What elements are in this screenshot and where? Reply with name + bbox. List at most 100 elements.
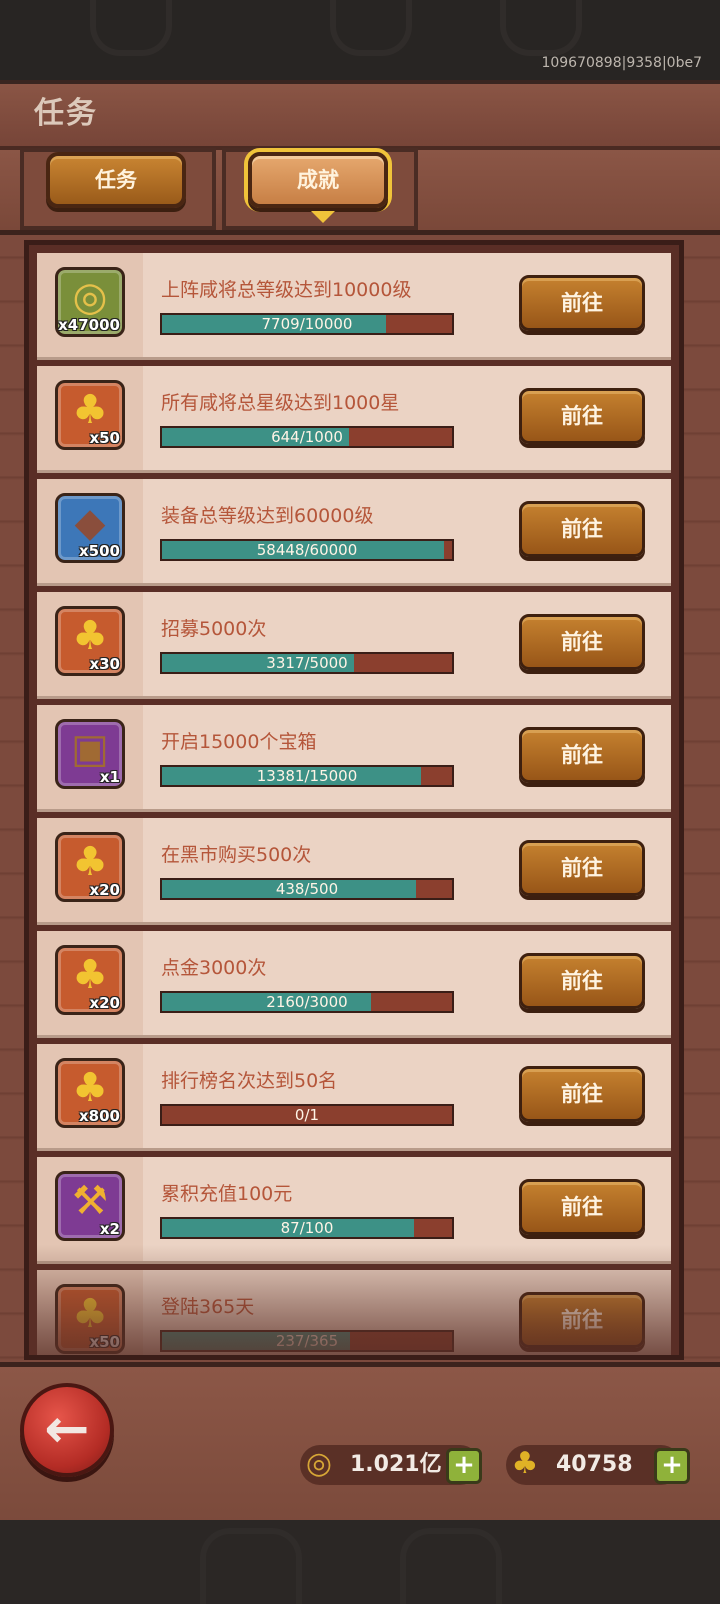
progress-bar: 87/100 (160, 1217, 454, 1239)
progress-bar: 438/500 (160, 878, 454, 900)
gold-ticket-icon: ♣ (72, 1291, 108, 1337)
reward-area: ♣ x30 (37, 592, 143, 696)
reward-quantity: x50 (89, 429, 120, 447)
achievement-title: 所有咸将总星级达到1000星 (161, 392, 400, 414)
achievement-row: ◆ x500 装备总等级达到60000级 58448/60000 前往 (37, 479, 671, 583)
achievement-title: 排行榜名次达到50名 (161, 1070, 338, 1092)
plus-icon: + (661, 1450, 683, 1480)
back-button[interactable]: ← (20, 1383, 114, 1477)
tab-tasks[interactable]: 任务 (46, 152, 186, 208)
achievement-row: ♣ x20 点金3000次 2160/3000 前往 (37, 931, 671, 1035)
achievement-title: 开启15000个宝箱 (161, 731, 317, 753)
progress-text: 58448/60000 (256, 541, 358, 559)
reward-area: ⚒ x2 (37, 1157, 143, 1261)
go-button[interactable]: 前往 (519, 1179, 645, 1235)
stone-icon: ◆ (74, 500, 106, 546)
achievement-row: ♣ x30 招募5000次 3317/5000 前往 (37, 592, 671, 696)
active-tab-indicator (311, 211, 335, 223)
reward-area: ◆ x500 (37, 479, 143, 583)
add-ticket-button[interactable]: + (654, 1448, 690, 1484)
decor-arch (200, 1528, 302, 1604)
go-button[interactable]: 前往 (519, 953, 645, 1009)
decor-arch (330, 0, 412, 56)
ticket-value: 40758 (556, 1452, 633, 1477)
reward-item[interactable]: ♣ x800 (55, 1058, 125, 1128)
reward-quantity: x20 (89, 994, 120, 1012)
achievement-title: 上阵咸将总等级达到10000级 (161, 279, 412, 301)
plus-icon: + (453, 1450, 475, 1480)
progress-text: 3317/5000 (266, 654, 348, 672)
reward-area: ♣ x50 (37, 1270, 143, 1355)
coin-icon: ◎ (305, 1446, 333, 1481)
page-title: 任务 (34, 96, 98, 131)
go-button[interactable]: 前往 (519, 275, 645, 331)
reward-item[interactable]: ♣ x50 (55, 380, 125, 450)
add-coin-button[interactable]: + (446, 1448, 482, 1484)
achievement-title: 点金3000次 (161, 957, 267, 979)
top-band: 109670898|9358|0be7 (0, 0, 720, 80)
reward-quantity: x800 (79, 1107, 120, 1125)
reward-quantity: x47000 (58, 316, 120, 334)
decor-arch (90, 0, 172, 56)
go-button[interactable]: 前往 (519, 727, 645, 783)
treasure-chest-icon: ▣ (71, 726, 109, 772)
reward-item[interactable]: ▣ x1 (55, 719, 125, 789)
gold-ticket-icon: ♣ (72, 613, 108, 659)
build-id-label: 109670898|9358|0be7 (541, 55, 702, 71)
achievement-list: ◎ x47000 上阵咸将总等级达到10000级 7709/10000 前往 ♣ x50 所有… (37, 253, 671, 1355)
achievement-row: ♣ x50 登陆365天 237/365 前往 (37, 1270, 671, 1355)
achievement-row: ♣ x50 所有咸将总星级达到1000星 644/1000 前往 (37, 366, 671, 470)
go-button[interactable]: 前往 (519, 840, 645, 896)
progress-bar: 58448/60000 (160, 539, 454, 561)
reward-quantity: x2 (99, 1220, 120, 1238)
achievement-title: 登陆365天 (161, 1296, 255, 1318)
reward-item[interactable]: ⚒ x2 (55, 1171, 125, 1241)
coin-icon: ◎ (72, 274, 108, 320)
gold-ticket-icon: ♣ (72, 839, 108, 885)
achievement-title: 累积充值100元 (161, 1183, 293, 1205)
progress-text: 7709/10000 (261, 315, 353, 333)
reward-item[interactable]: ♣ x20 (55, 832, 125, 902)
progress-bar: 3317/5000 (160, 652, 454, 674)
reward-item[interactable]: ◆ x500 (55, 493, 125, 563)
progress-text: 644/1000 (271, 428, 343, 446)
gold-ticket-icon: ♣ (511, 1446, 539, 1481)
go-button[interactable]: 前往 (519, 501, 645, 557)
reward-area: ♣ x20 (37, 931, 143, 1035)
achievement-list-panel[interactable]: ◎ x47000 上阵咸将总等级达到10000级 7709/10000 前往 ♣ x50 所有… (24, 240, 684, 1360)
achievement-row: ♣ x20 在黑市购买500次 438/500 前往 (37, 818, 671, 922)
reward-area: ♣ x800 (37, 1044, 143, 1148)
go-button[interactable]: 前往 (519, 388, 645, 444)
reward-area: ◎ x47000 (37, 253, 143, 357)
decor-arch (500, 0, 582, 56)
go-button[interactable]: 前往 (519, 1066, 645, 1122)
achievement-row: ⚒ x2 累积充值100元 87/100 前往 (37, 1157, 671, 1261)
go-button[interactable]: 前往 (519, 614, 645, 670)
decor-arch (400, 1528, 502, 1604)
go-button[interactable]: 前往 (519, 1292, 645, 1348)
reward-quantity: x50 (89, 1333, 120, 1351)
gold-ticket-icon: ♣ (72, 1065, 108, 1111)
reward-item[interactable]: ♣ x20 (55, 945, 125, 1015)
progress-bar: 2160/3000 (160, 991, 454, 1013)
achievement-title: 招募5000次 (161, 618, 267, 640)
reward-quantity: x30 (89, 655, 120, 673)
bottom-band (0, 1520, 720, 1604)
progress-text: 87/100 (280, 1219, 334, 1237)
tab-achievements[interactable]: 成就 (248, 152, 388, 208)
achievement-row: ♣ x800 排行榜名次达到50名 0/1 前往 (37, 1044, 671, 1148)
progress-text: 438/500 (275, 880, 339, 898)
back-arrow-icon: ← (44, 1397, 90, 1460)
achievement-title: 在黑市购买500次 (161, 844, 312, 866)
reward-item[interactable]: ♣ x30 (55, 606, 125, 676)
gold-ticket-icon: ♣ (72, 952, 108, 998)
achievement-row: ◎ x47000 上阵咸将总等级达到10000级 7709/10000 前往 (37, 253, 671, 357)
reward-quantity: x1 (99, 768, 120, 786)
reward-item[interactable]: ◎ x47000 (55, 267, 125, 337)
progress-bar: 0/1 (160, 1104, 454, 1126)
progress-bar: 237/365 (160, 1330, 454, 1352)
reward-quantity: x500 (79, 542, 120, 560)
reward-quantity: x20 (89, 881, 120, 899)
reward-area: ♣ x20 (37, 818, 143, 922)
reward-item[interactable]: ♣ x50 (55, 1284, 125, 1354)
